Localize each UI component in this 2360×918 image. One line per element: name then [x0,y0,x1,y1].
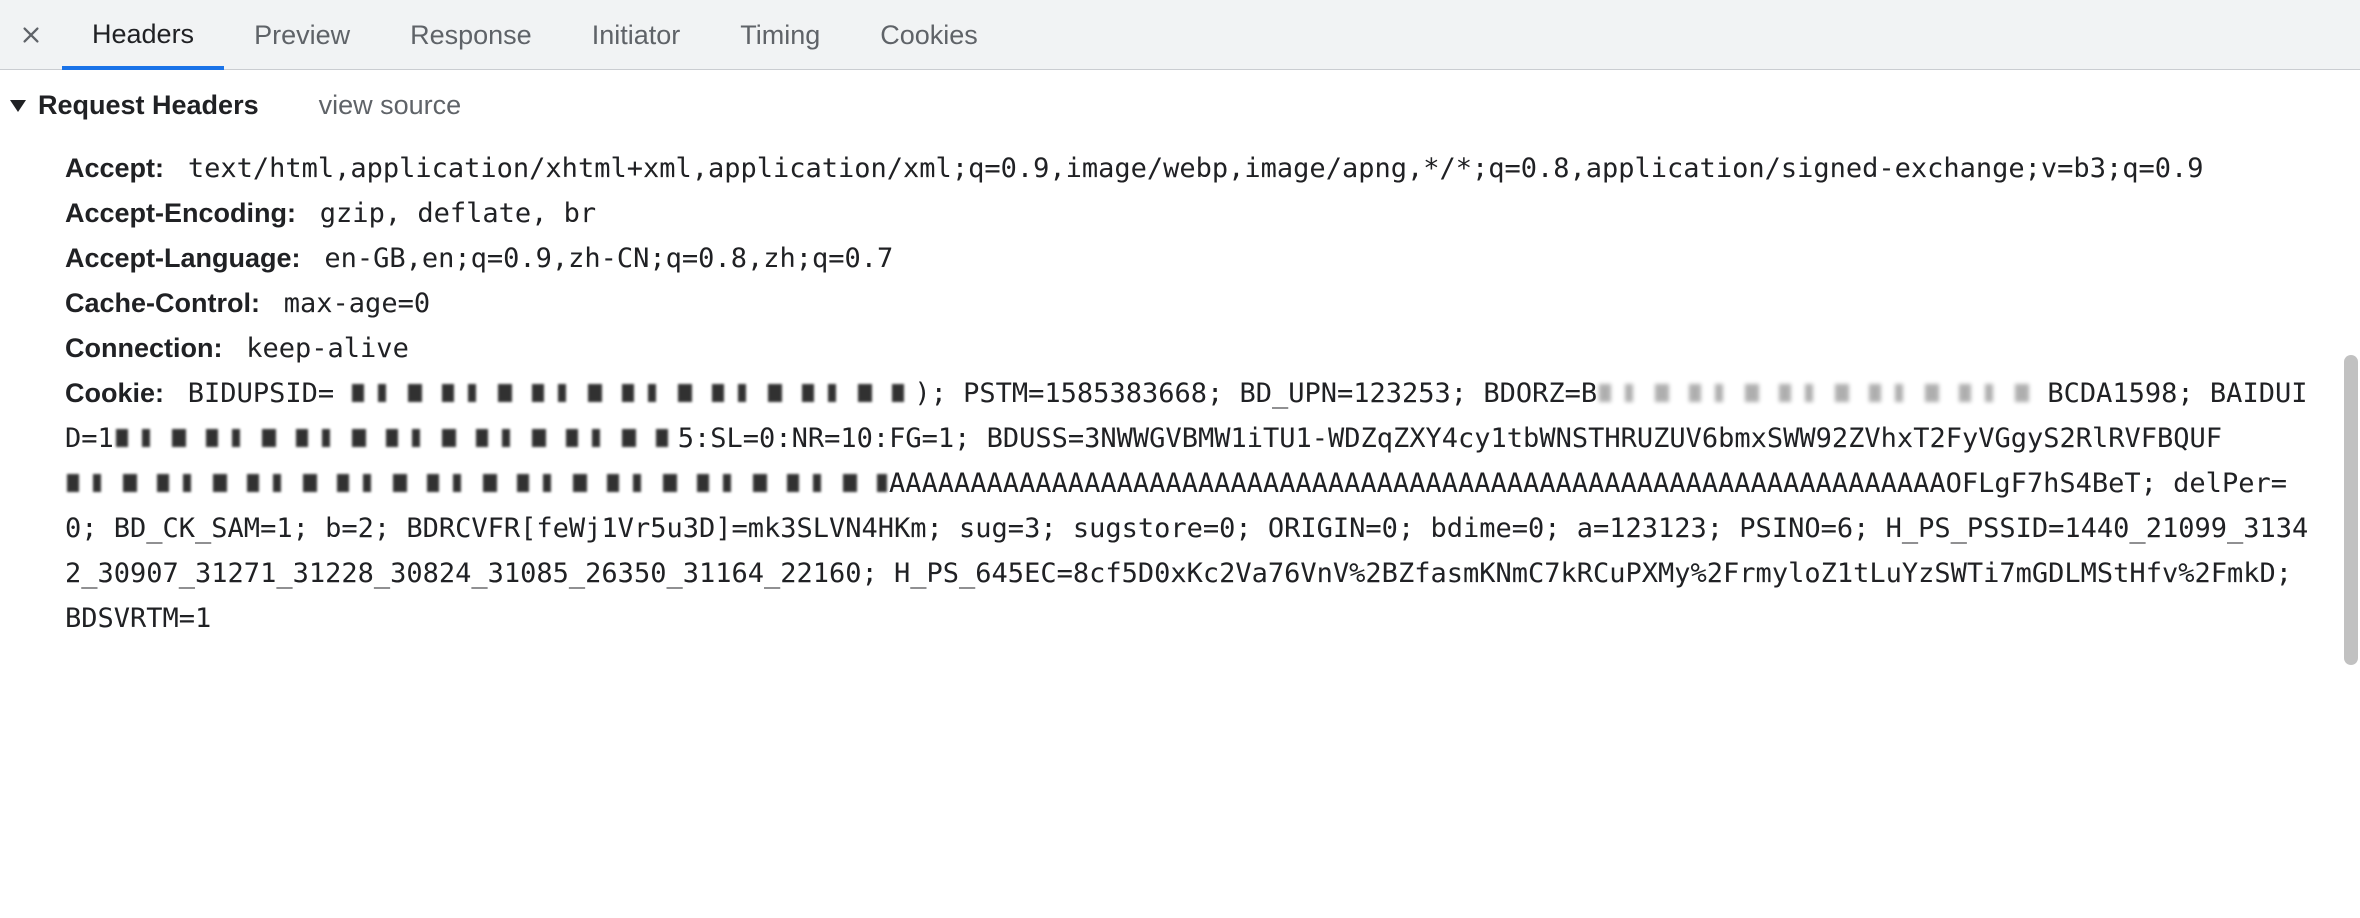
tab-preview[interactable]: Preview [224,0,380,70]
headers-content: Request Headers view source Accept: text… [0,70,2360,918]
scrollbar-thumb[interactable] [2344,355,2358,665]
chevron-down-icon [10,100,26,112]
network-panel-tabbar: Headers Preview Response Initiator Timin… [0,0,2360,70]
header-name: Accept-Language: [65,243,301,273]
header-value: text/html,application/xhtml+xml,applicat… [172,153,2204,184]
redacted-icon [67,474,887,492]
close-icon[interactable] [20,24,42,46]
header-value: BIDUPSID= ); PSTM=1585383668; BD_UPN=123… [65,378,2308,634]
header-value: max-age=0 [268,288,431,319]
section-toggle-request-headers[interactable]: Request Headers [10,90,259,121]
header-connection: Connection: keep-alive [65,326,2310,371]
scrollbar[interactable] [2342,70,2360,918]
header-accept-encoding: Accept-Encoding: gzip, deflate, br [65,191,2310,236]
header-name: Accept: [65,153,164,183]
header-cache-control: Cache-Control: max-age=0 [65,281,2310,326]
tab-initiator[interactable]: Initiator [562,0,711,70]
request-headers-list: Accept: text/html,application/xhtml+xml,… [10,146,2340,641]
header-value: en-GB,en;q=0.9,zh-CN;q=0.8,zh;q=0.7 [308,243,893,274]
tab-headers[interactable]: Headers [62,0,224,70]
header-accept: Accept: text/html,application/xhtml+xml,… [65,146,2310,191]
tab-timing[interactable]: Timing [710,0,850,70]
header-name: Connection: [65,333,222,363]
section-title: Request Headers [38,90,259,121]
header-value: gzip, deflate, br [304,198,597,229]
view-source-link[interactable]: view source [319,90,462,121]
redacted-icon [116,429,676,447]
header-name: Accept-Encoding: [65,198,296,228]
redacted-icon [352,384,912,402]
header-cookie: Cookie: BIDUPSID= ); PSTM=1585383668; BD… [65,371,2310,641]
header-value: keep-alive [230,333,409,364]
tab-cookies[interactable]: Cookies [850,0,1008,70]
tab-response[interactable]: Response [380,0,562,70]
header-name: Cookie: [65,378,164,408]
header-name: Cache-Control: [65,288,260,318]
redacted-icon [1599,384,2029,402]
header-accept-language: Accept-Language: en-GB,en;q=0.9,zh-CN;q=… [65,236,2310,281]
